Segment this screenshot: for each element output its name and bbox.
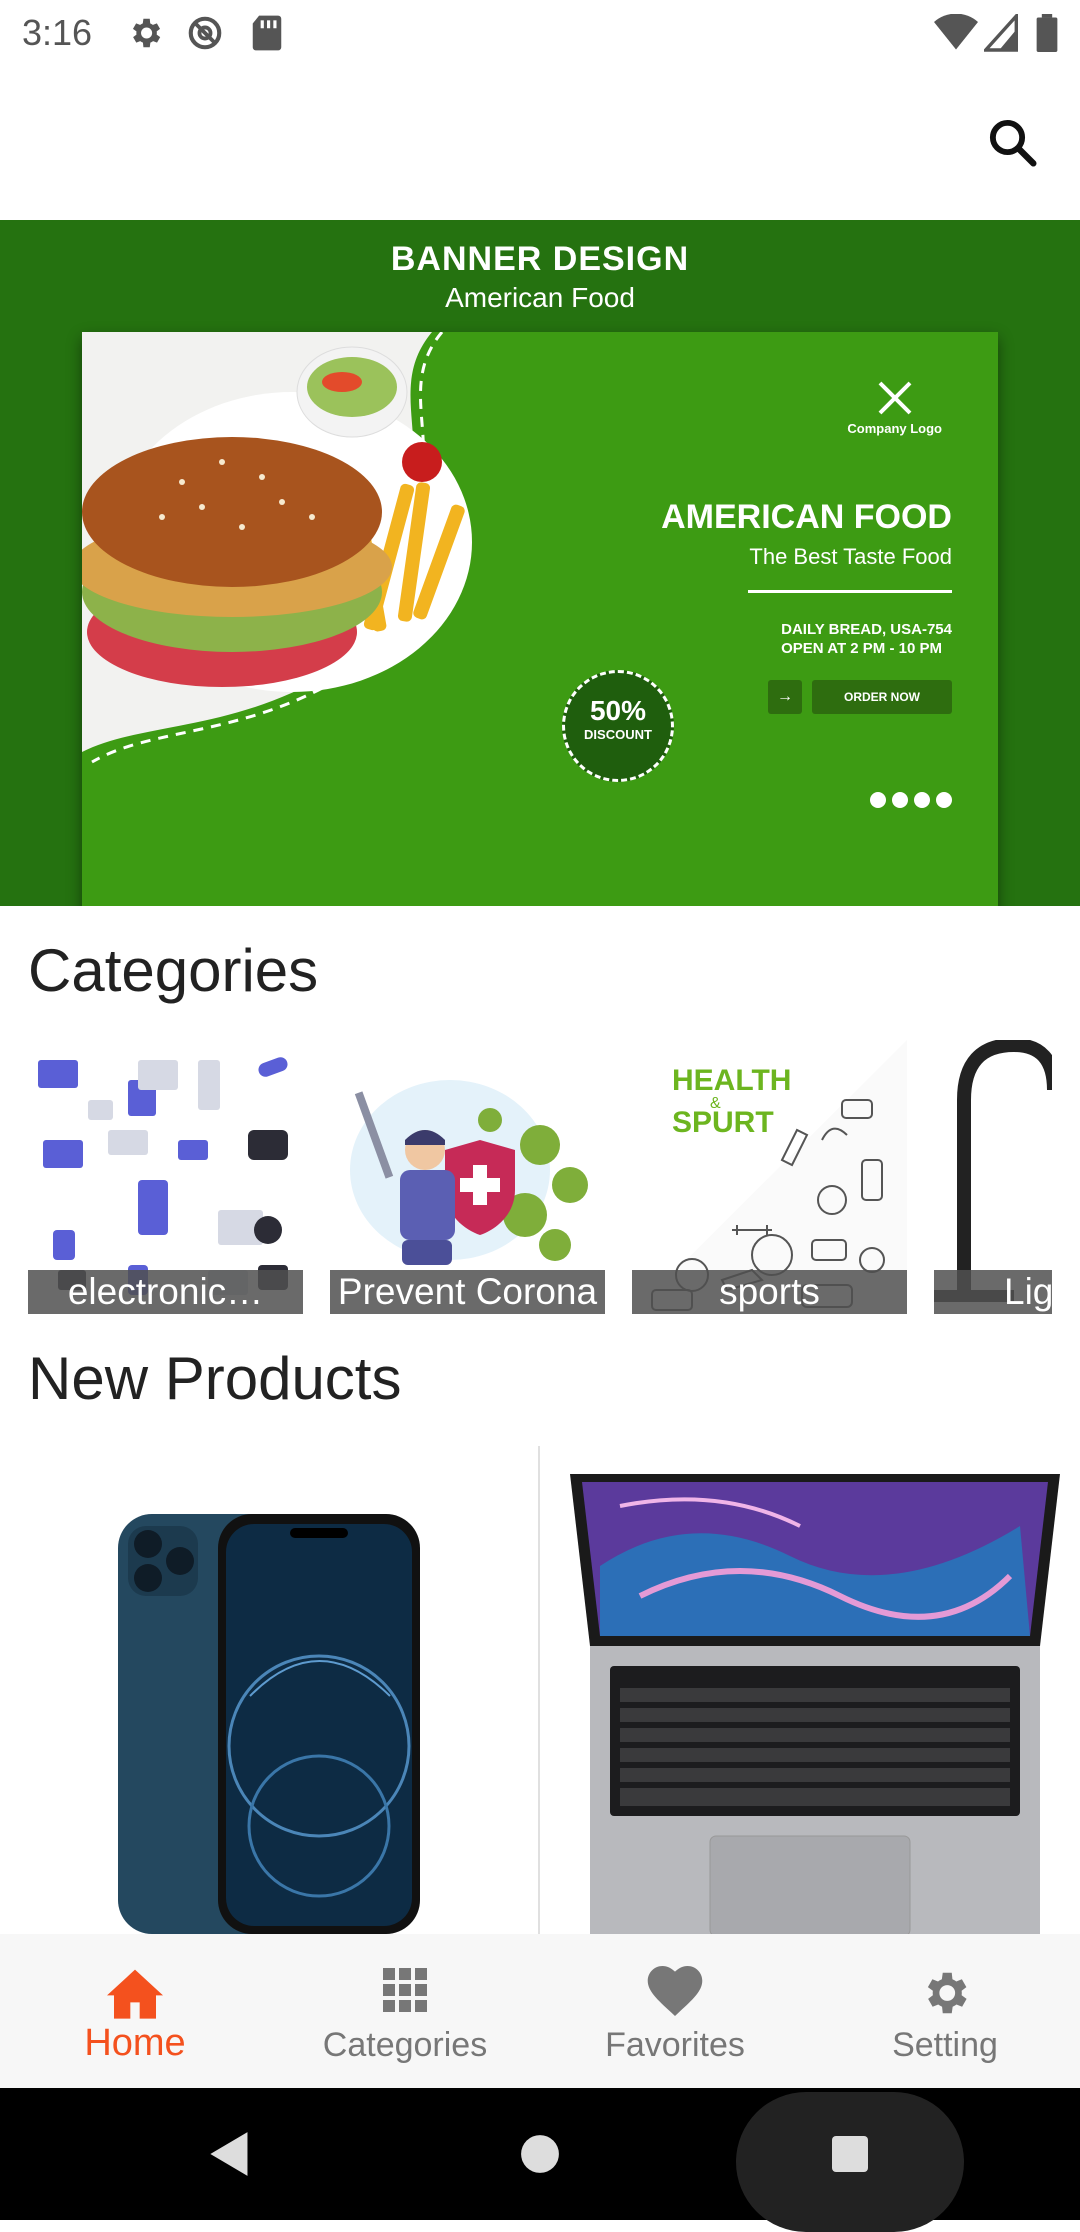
product-card[interactable] — [540, 1446, 1080, 1934]
banner-title: BANNER DESIGN — [390, 240, 690, 278]
card-divider — [748, 590, 952, 593]
recents-button[interactable] — [736, 2088, 964, 2232]
address-line-2: OPEN AT 2 PM - 10 PM — [781, 640, 942, 657]
order-now-button: ORDER NOW — [812, 680, 952, 714]
social-icons — [870, 792, 952, 808]
address-line-1: DAILY BREAD, USA-754 — [781, 621, 952, 638]
company-logo: Company Logo — [847, 378, 942, 436]
discount-badge: 50% DISCOUNT — [562, 670, 674, 782]
sd-card-icon — [250, 14, 284, 57]
sports-image-text-health: HEALTH — [672, 1064, 791, 1097]
wifi-icon — [934, 13, 978, 57]
category-item[interactable]: Lig — [934, 1040, 1052, 1314]
category-item[interactable]: electronic… — [28, 1040, 303, 1314]
nav-label-home: Home — [84, 2022, 186, 2064]
nav-item-categories[interactable]: Categories — [270, 1934, 540, 2088]
category-label: sports — [632, 1270, 907, 1314]
category-item[interactable]: HEALTH & SPURT sports — [632, 1040, 907, 1314]
settings-icon — [126, 14, 164, 57]
promo-banner[interactable]: BANNER DESIGN American Food Company Logo… — [0, 220, 1080, 906]
nav-label-setting: Setting — [892, 2026, 998, 2064]
new-products-grid — [0, 1446, 1080, 1934]
grid-icon — [383, 1968, 427, 2012]
status-bar: 3:16 — [0, 0, 1080, 66]
new-products-heading: New Products — [28, 1345, 402, 1412]
back-button[interactable] — [190, 2088, 270, 2220]
search-button[interactable] — [980, 110, 1044, 174]
categories-heading: Categories — [28, 937, 319, 1004]
category-item[interactable]: Prevent Corona — [330, 1040, 605, 1314]
system-navigation-bar — [0, 2088, 1080, 2232]
signal-icon — [981, 11, 1018, 57]
card-address: DAILY BREAD, USA-754 OPEN AT 2 PM - 10 P… — [781, 620, 952, 658]
nav-item-home[interactable]: Home — [0, 1934, 270, 2088]
banner-card: Company Logo AMERICAN FOOD The Best Tast… — [82, 332, 998, 906]
nav-label-categories: Categories — [322, 2026, 488, 2064]
heart-icon — [647, 1966, 703, 2016]
card-headline: AMERICAN FOOD — [661, 498, 952, 536]
app-bar — [0, 66, 1080, 220]
fork-knife-icon — [878, 381, 912, 415]
gear-icon — [927, 1972, 967, 2014]
card-tagline: The Best Taste Food — [749, 544, 952, 569]
category-label: Lig — [934, 1270, 1052, 1314]
nav-item-setting[interactable]: Setting — [810, 1934, 1080, 2088]
arrow-right-icon: → — [768, 680, 802, 714]
discount-percent: 50% — [589, 695, 647, 726]
category-label: Prevent Corona — [330, 1270, 605, 1314]
circle-home-icon — [521, 2135, 559, 2173]
food-photo — [82, 332, 552, 842]
category-label: electronic… — [28, 1270, 303, 1314]
status-time: 3:16 — [22, 12, 93, 53]
discount-label: DISCOUNT — [584, 727, 652, 742]
categories-list[interactable]: electronic… Prevent Corona HEALTH & SPUR… — [28, 1040, 1052, 1314]
facebook-icon — [892, 792, 908, 808]
nav-item-favorites[interactable]: Favorites — [540, 1934, 810, 2088]
back-icon — [210, 2132, 248, 2176]
whatsapp-icon — [936, 792, 952, 808]
bottom-navigation: Home Categories Favorites Setting — [0, 1934, 1080, 2088]
iphone-image — [118, 1514, 420, 1934]
nav-label-favorites: Favorites — [605, 2026, 745, 2064]
home-icon — [107, 1969, 163, 2019]
twitter-icon — [914, 792, 930, 808]
square-recents-icon — [832, 2136, 868, 2172]
banner-subtitle: American Food — [445, 282, 635, 313]
home-system-button[interactable] — [500, 2088, 580, 2220]
sports-image-text-spurt: SPURT — [672, 1106, 774, 1139]
battery-icon — [1036, 14, 1058, 57]
macbook-image — [570, 1474, 1060, 1934]
at-sign-icon — [186, 14, 224, 57]
instagram-icon — [870, 792, 886, 808]
search-icon — [989, 119, 1037, 167]
product-card[interactable] — [0, 1446, 538, 1934]
company-logo-text: Company Logo — [847, 421, 942, 436]
